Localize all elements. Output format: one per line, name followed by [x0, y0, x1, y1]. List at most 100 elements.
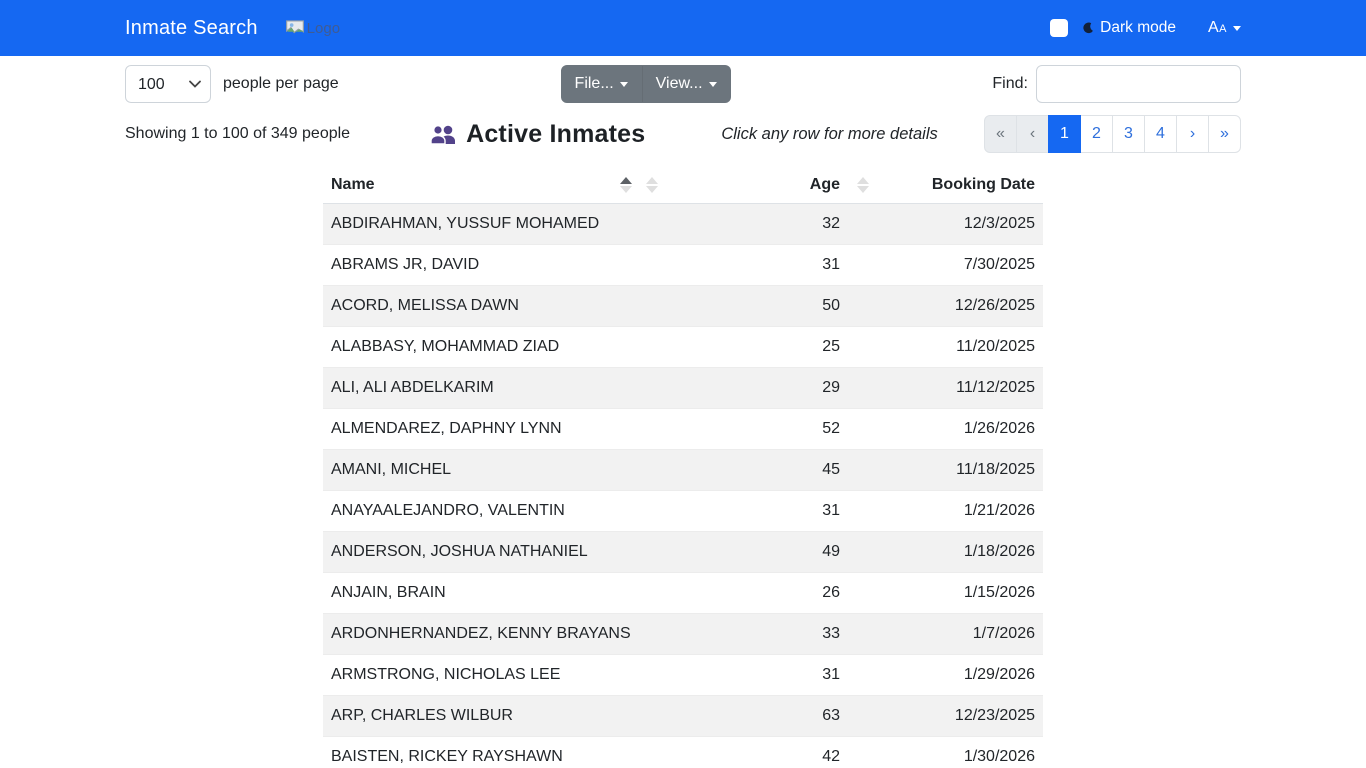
inmate-age-cell: 31: [668, 490, 848, 531]
inmate-name-cell: ARP, CHARLES WILBUR: [323, 695, 668, 736]
font-size-dropdown[interactable]: Aa: [1208, 19, 1241, 37]
column-header-name[interactable]: Name: [323, 167, 668, 203]
inmate-age-cell: 31: [668, 244, 848, 285]
find-input[interactable]: [1036, 65, 1241, 103]
inmate-age-cell: 29: [668, 367, 848, 408]
sort-arrows-icon[interactable]: [857, 177, 869, 193]
view-menu-label: View...: [656, 75, 703, 93]
inmate-name-cell: AMANI, MICHEL: [323, 449, 668, 490]
column-header-age[interactable]: Age: [668, 167, 848, 203]
inmate-name-cell: ACORD, MELISSA DAWN: [323, 285, 668, 326]
inmate-table-body: ABDIRAHMAN, YUSSUF MOHAMED 32 12/3/2025 …: [323, 203, 1043, 768]
table-row[interactable]: ABDIRAHMAN, YUSSUF MOHAMED 32 12/3/2025: [323, 203, 1043, 244]
file-menu-button[interactable]: File...: [561, 65, 642, 103]
inmate-name-cell: ARDONHERNANDEZ, KENNY BRAYANS: [323, 613, 668, 654]
table-row[interactable]: ACORD, MELISSA DAWN 50 12/26/2025: [323, 285, 1043, 326]
menu-button-group: File... View...: [561, 65, 731, 103]
table-row[interactable]: ABRAMS JR, DAVID 31 7/30/2025: [323, 244, 1043, 285]
people-icon: [429, 124, 457, 145]
inmate-booking-date-cell: 1/30/2026: [848, 736, 1043, 768]
page-1-button[interactable]: 1: [1048, 115, 1081, 153]
table-row[interactable]: AMANI, MICHEL 45 11/18/2025: [323, 449, 1043, 490]
inmate-booking-date-cell: 1/26/2026: [848, 408, 1043, 449]
inmate-name-cell: ALI, ALI ABDELKARIM: [323, 367, 668, 408]
summary-bar: Showing 1 to 100 of 349 people Active In…: [113, 115, 1253, 153]
font-size-label: Aa: [1208, 19, 1227, 37]
table-row[interactable]: ARMSTRONG, NICHOLAS LEE 31 1/29/2026: [323, 654, 1043, 695]
table-row[interactable]: ARDONHERNANDEZ, KENNY BRAYANS 33 1/7/202…: [323, 613, 1043, 654]
table-header-row: Name Age Booking Date: [323, 167, 1043, 203]
hint-text: Click any row for more details: [721, 125, 937, 144]
name-column-label: Name: [331, 176, 375, 194]
inmate-booking-date-cell: 1/29/2026: [848, 654, 1043, 695]
page-3-button[interactable]: 3: [1112, 115, 1145, 153]
inmate-booking-date-cell: 1/18/2026: [848, 531, 1043, 572]
view-menu-button[interactable]: View...: [642, 65, 731, 103]
inmate-name-cell: ABDIRAHMAN, YUSSUF MOHAMED: [323, 203, 668, 244]
table-row[interactable]: BAISTEN, RICKEY RAYSHAWN 42 1/30/2026: [323, 736, 1043, 768]
per-page-select[interactable]: 100: [125, 65, 211, 103]
inmate-age-cell: 63: [668, 695, 848, 736]
column-header-booking-date[interactable]: Booking Date: [848, 167, 1043, 203]
inmate-booking-date-cell: 7/30/2025: [848, 244, 1043, 285]
broken-image-icon: [285, 20, 305, 36]
dark-mode-toggle[interactable]: [1050, 19, 1068, 37]
logo: Logo: [285, 20, 340, 37]
inmate-name-cell: ABRAMS JR, DAVID: [323, 244, 668, 285]
inmate-booking-date-cell: 12/26/2025: [848, 285, 1043, 326]
inmate-booking-date-cell: 12/3/2025: [848, 203, 1043, 244]
inmate-name-cell: ALMENDAREZ, DAPHNY LYNN: [323, 408, 668, 449]
inmate-name-cell: ANJAIN, BRAIN: [323, 572, 668, 613]
dark-mode-label: Dark mode: [1100, 19, 1176, 37]
inmate-age-cell: 31: [668, 654, 848, 695]
page-4-button[interactable]: 4: [1144, 115, 1177, 153]
moon-icon: [1082, 22, 1094, 34]
prev-page-button: ‹: [1016, 115, 1049, 153]
inmate-age-cell: 45: [668, 449, 848, 490]
navbar: Inmate Search Logo Dark mode Aa: [0, 0, 1366, 56]
last-page-button[interactable]: »: [1208, 115, 1241, 153]
sort-ascending-icon[interactable]: [620, 177, 632, 193]
page-title: Active Inmates: [466, 120, 645, 149]
table-row[interactable]: ALMENDAREZ, DAPHNY LYNN 52 1/26/2026: [323, 408, 1043, 449]
inmate-age-cell: 26: [668, 572, 848, 613]
inmate-age-cell: 52: [668, 408, 848, 449]
table-row[interactable]: ALABBASY, MOHAMMAD ZIAD 25 11/20/2025: [323, 326, 1043, 367]
caret-down-icon: [709, 82, 717, 87]
find-label: Find:: [992, 75, 1028, 93]
inmate-age-cell: 42: [668, 736, 848, 768]
toolbar: 100 people per page File... View... Find…: [113, 65, 1253, 103]
table-row[interactable]: ANAYAALEJANDRO, VALENTIN 31 1/21/2026: [323, 490, 1043, 531]
inmate-age-cell: 33: [668, 613, 848, 654]
app-title: Inmate Search: [125, 17, 258, 40]
showing-count-text: Showing 1 to 100 of 349 people: [125, 125, 350, 143]
inmate-booking-date-cell: 11/18/2025: [848, 449, 1043, 490]
table-row[interactable]: ARP, CHARLES WILBUR 63 12/23/2025: [323, 695, 1043, 736]
caret-down-icon: [620, 82, 628, 87]
booking-date-column-label: Booking Date: [932, 176, 1035, 193]
inmate-name-cell: ANAYAALEJANDRO, VALENTIN: [323, 490, 668, 531]
logo-alt-text: Logo: [307, 20, 340, 37]
inmate-booking-date-cell: 1/21/2026: [848, 490, 1043, 531]
table-row[interactable]: ANDERSON, JOSHUA NATHANIEL 49 1/18/2026: [323, 531, 1043, 572]
inmate-age-cell: 32: [668, 203, 848, 244]
table-row[interactable]: ANJAIN, BRAIN 26 1/15/2026: [323, 572, 1043, 613]
table-row[interactable]: ALI, ALI ABDELKARIM 29 11/12/2025: [323, 367, 1043, 408]
inmate-name-cell: ARMSTRONG, NICHOLAS LEE: [323, 654, 668, 695]
inmate-booking-date-cell: 12/23/2025: [848, 695, 1043, 736]
inmate-name-cell: BAISTEN, RICKEY RAYSHAWN: [323, 736, 668, 768]
next-page-button[interactable]: ›: [1176, 115, 1209, 153]
age-column-label: Age: [810, 176, 840, 194]
sort-arrows-icon[interactable]: [646, 177, 658, 193]
caret-down-icon: [1233, 26, 1241, 31]
page-2-button[interactable]: 2: [1080, 115, 1113, 153]
first-page-button: «: [984, 115, 1017, 153]
pagination: «‹1234›»: [984, 115, 1241, 153]
inmate-age-cell: 50: [668, 285, 848, 326]
inmate-name-cell: ANDERSON, JOSHUA NATHANIEL: [323, 531, 668, 572]
inmate-booking-date-cell: 1/15/2026: [848, 572, 1043, 613]
inmates-table: Name Age Booking Date: [323, 167, 1043, 768]
inmate-booking-date-cell: 11/12/2025: [848, 367, 1043, 408]
inmate-booking-date-cell: 1/7/2026: [848, 613, 1043, 654]
inmate-name-cell: ALABBASY, MOHAMMAD ZIAD: [323, 326, 668, 367]
